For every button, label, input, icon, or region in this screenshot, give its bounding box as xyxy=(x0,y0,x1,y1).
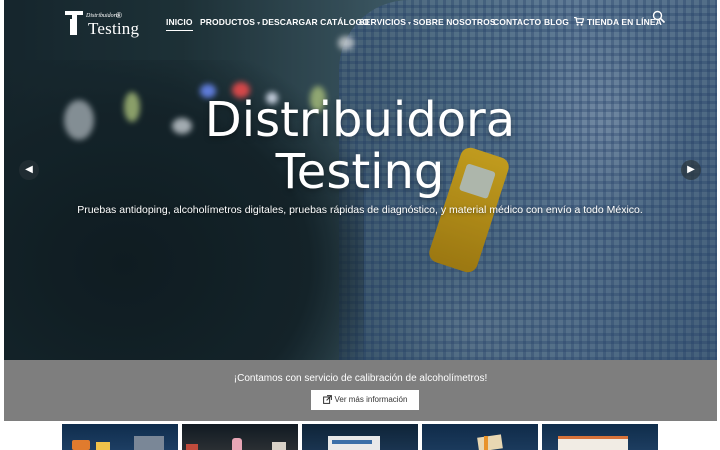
brand-logo[interactable]: Distribuidora ® Testing xyxy=(64,10,140,40)
hero-title-line-1: Distribuidora xyxy=(204,92,516,148)
product-thumbnail[interactable] xyxy=(182,424,298,450)
cart-icon xyxy=(574,17,584,26)
hero-title-line-2: Testing xyxy=(275,144,445,200)
search-icon[interactable] xyxy=(652,10,666,24)
top-navigation: Distribuidora ® Testing INICIO PRODUCTOS… xyxy=(0,0,720,46)
nav-item-descargar-catalogo[interactable]: DESCARGAR CATÁLOGO xyxy=(262,17,369,31)
chevron-right-icon: ▶ xyxy=(687,164,695,175)
product-thumbnail[interactable] xyxy=(422,424,538,450)
calibration-banner: ¡Contamos con servicio de calibración de… xyxy=(4,360,717,421)
nav-item-servicios[interactable]: SERVICIOS ▾ xyxy=(359,17,411,31)
banner-text: ¡Contamos con servicio de calibración de… xyxy=(233,373,488,384)
logo-mark-icon xyxy=(65,11,83,35)
slider-prev-button[interactable]: ◀ xyxy=(19,160,39,180)
nav-item-productos[interactable]: PRODUCTOS ▾ xyxy=(200,17,260,31)
hero-title: Distribuidora Testing xyxy=(0,94,720,198)
product-thumbnail[interactable] xyxy=(302,424,418,450)
external-link-icon xyxy=(322,395,332,404)
chevron-down-icon: ▾ xyxy=(257,21,261,27)
hero-subtitle: Pruebas antidoping, alcoholímetros digit… xyxy=(77,204,643,216)
more-info-button[interactable]: Ver más información xyxy=(311,390,419,410)
product-thumbnail[interactable] xyxy=(62,424,178,450)
nav-item-sobre-nosotros[interactable]: SOBRE NOSOTROS xyxy=(413,17,496,31)
product-thumbnail[interactable] xyxy=(542,424,658,450)
nav-item-contacto[interactable]: CONTACTO xyxy=(493,17,541,31)
more-info-label: Ver más información xyxy=(334,395,408,404)
nav-item-tienda-en-linea[interactable]: TIENDA EN LÍNEA xyxy=(574,17,662,31)
slider-next-button[interactable]: ▶ xyxy=(681,160,701,180)
nav-item-inicio[interactable]: INICIO xyxy=(166,17,193,31)
brand-name: Testing xyxy=(88,19,140,38)
chevron-down-icon: ▾ xyxy=(408,21,412,27)
nav-item-blog[interactable]: BLOG xyxy=(544,17,569,31)
chevron-left-icon: ◀ xyxy=(25,164,33,175)
